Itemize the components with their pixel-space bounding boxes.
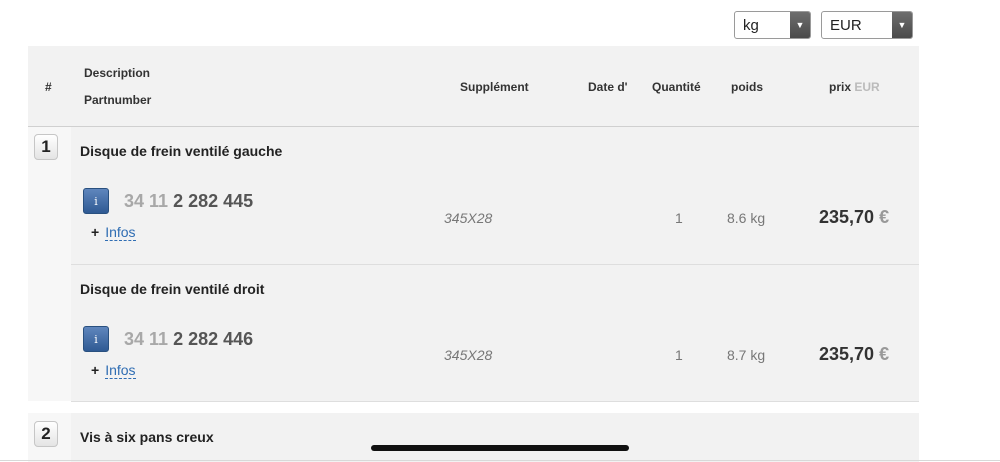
table-row: Disque de frein ventilé gauche i 34 11 2… [71, 127, 919, 265]
chevron-down-icon: ▼ [790, 12, 810, 38]
price-currency-symbol: € [879, 207, 890, 227]
infos-link[interactable]: + Infos [91, 224, 136, 241]
unit-select-value: kg [743, 16, 759, 34]
group-number-badge: 1 [34, 134, 58, 160]
currency-select[interactable]: EUR ▼ [821, 11, 913, 39]
table-row: Vis à six pans creux [71, 413, 919, 462]
supplement-value: 345X28 [444, 210, 493, 226]
info-button[interactable]: i [83, 188, 109, 214]
header-date: Date d' [588, 80, 628, 94]
price-amount: 235,70 [819, 207, 875, 227]
home-indicator[interactable] [371, 445, 629, 451]
item-title: Disque de frein ventilé droit [80, 281, 265, 297]
plus-icon: + [91, 362, 100, 378]
unit-select[interactable]: kg ▼ [734, 11, 811, 39]
part-number-prefix: 34 11 [124, 191, 169, 211]
group-number-badge: 2 [34, 421, 58, 447]
header-partnumber: Partnumber [84, 93, 152, 107]
plus-icon: + [91, 224, 100, 240]
supplement-value: 345X28 [444, 347, 493, 363]
header-description: Description [84, 66, 151, 80]
quantity-value: 1 [675, 347, 683, 363]
header-weight: poids [731, 80, 763, 94]
currency-select-value: EUR [830, 16, 862, 34]
infos-label: Infos [105, 362, 136, 379]
part-number-main: 2 282 446 [173, 329, 254, 349]
header-price-label: prix [829, 80, 852, 94]
part-number-main: 2 282 445 [173, 191, 254, 211]
item-title: Disque de frein ventilé gauche [80, 143, 283, 159]
price-value: 235,70 € [819, 207, 889, 228]
chevron-down-icon: ▼ [892, 12, 912, 38]
info-button[interactable]: i [83, 326, 109, 352]
weight-value: 8.7 kg [727, 347, 766, 363]
header-index: # [45, 80, 52, 94]
part-number: 34 11 2 282 445 [124, 191, 253, 212]
weight-value: 8.6 kg [727, 210, 766, 226]
infos-link[interactable]: + Infos [91, 362, 136, 379]
price-currency-symbol: € [879, 344, 890, 364]
table-row: Disque de frein ventilé droit i 34 11 2 … [71, 265, 919, 402]
header-price: prix EUR [829, 80, 880, 94]
price-value: 235,70 € [819, 344, 889, 365]
divider [0, 460, 1000, 461]
part-number-prefix: 34 11 [124, 329, 169, 349]
item-title: Vis à six pans creux [80, 429, 214, 445]
info-icon: i [94, 332, 98, 346]
header-price-currency: EUR [854, 80, 880, 94]
part-number: 34 11 2 282 446 [124, 329, 253, 350]
infos-label: Infos [105, 224, 136, 241]
header-quantity: Quantité [652, 80, 701, 94]
header-supplement: Supplément [460, 80, 529, 94]
info-icon: i [94, 194, 98, 208]
table-header: # Description Partnumber Supplément Date… [28, 46, 919, 127]
quantity-value: 1 [675, 210, 683, 226]
price-amount: 235,70 [819, 344, 875, 364]
